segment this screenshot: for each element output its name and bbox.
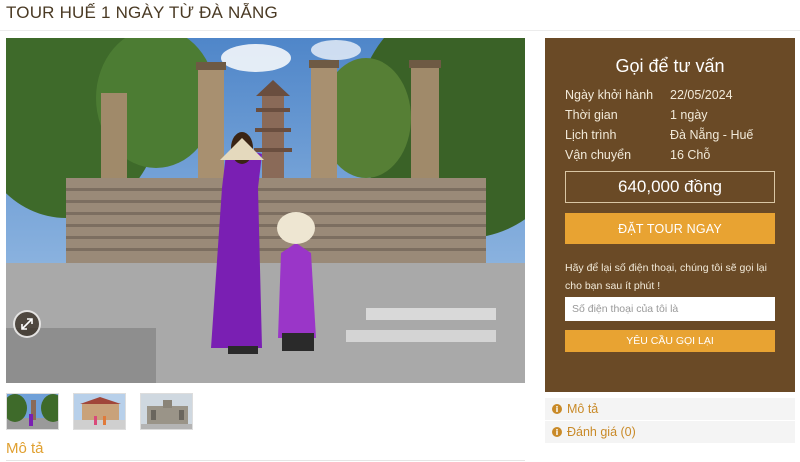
title-divider: [0, 30, 800, 31]
info-label: Ngày khởi hành: [565, 88, 654, 102]
info-value: 16 Chỗ: [670, 148, 711, 162]
info-value: 22/05/2024: [670, 88, 733, 102]
info-value: 1 ngày: [670, 108, 708, 122]
thumbnail-2[interactable]: [73, 393, 126, 430]
tab-label: Đánh giá (0): [567, 425, 636, 439]
info-label: Thời gian: [565, 108, 618, 122]
tab-label: Mô tả: [567, 402, 599, 416]
page-title: TOUR HUẾ 1 NGÀY TỪ ĐÀ NẴNG: [6, 3, 278, 22]
tab-reviews[interactable]: i Đánh giá (0): [545, 421, 795, 443]
phone-input[interactable]: [565, 297, 775, 321]
price-box: 640,000 đồng: [565, 171, 775, 203]
request-callback-button[interactable]: YÊU CẦU GỌI LẠI: [565, 330, 775, 352]
thumbnail-3[interactable]: [140, 393, 193, 430]
info-label: Vận chuyển: [565, 148, 632, 162]
consultation-panel: Gọi để tư vấn Ngày khởi hành 22/05/2024 …: [545, 38, 795, 392]
expand-icon[interactable]: [13, 310, 41, 338]
thumbnail-1[interactable]: [6, 393, 59, 430]
thumbnail-strip: [6, 393, 193, 430]
info-label: Lịch trình: [565, 128, 617, 142]
info-icon: i: [552, 404, 562, 414]
book-tour-button[interactable]: ĐẶT TOUR NGAY: [565, 213, 775, 244]
description-divider: [6, 460, 525, 461]
description-heading: Mô tả: [6, 440, 44, 457]
info-value: Đà Nẵng - Huế: [670, 128, 754, 142]
info-icon: i: [552, 427, 562, 437]
main-tour-photo[interactable]: [6, 38, 525, 383]
tab-description[interactable]: i Mô tả: [545, 398, 795, 420]
callback-instructions: Hãy để lại số điện thoại, chúng tôi sẽ g…: [565, 262, 767, 292]
consultation-title: Gọi để tư vấn: [615, 56, 725, 76]
